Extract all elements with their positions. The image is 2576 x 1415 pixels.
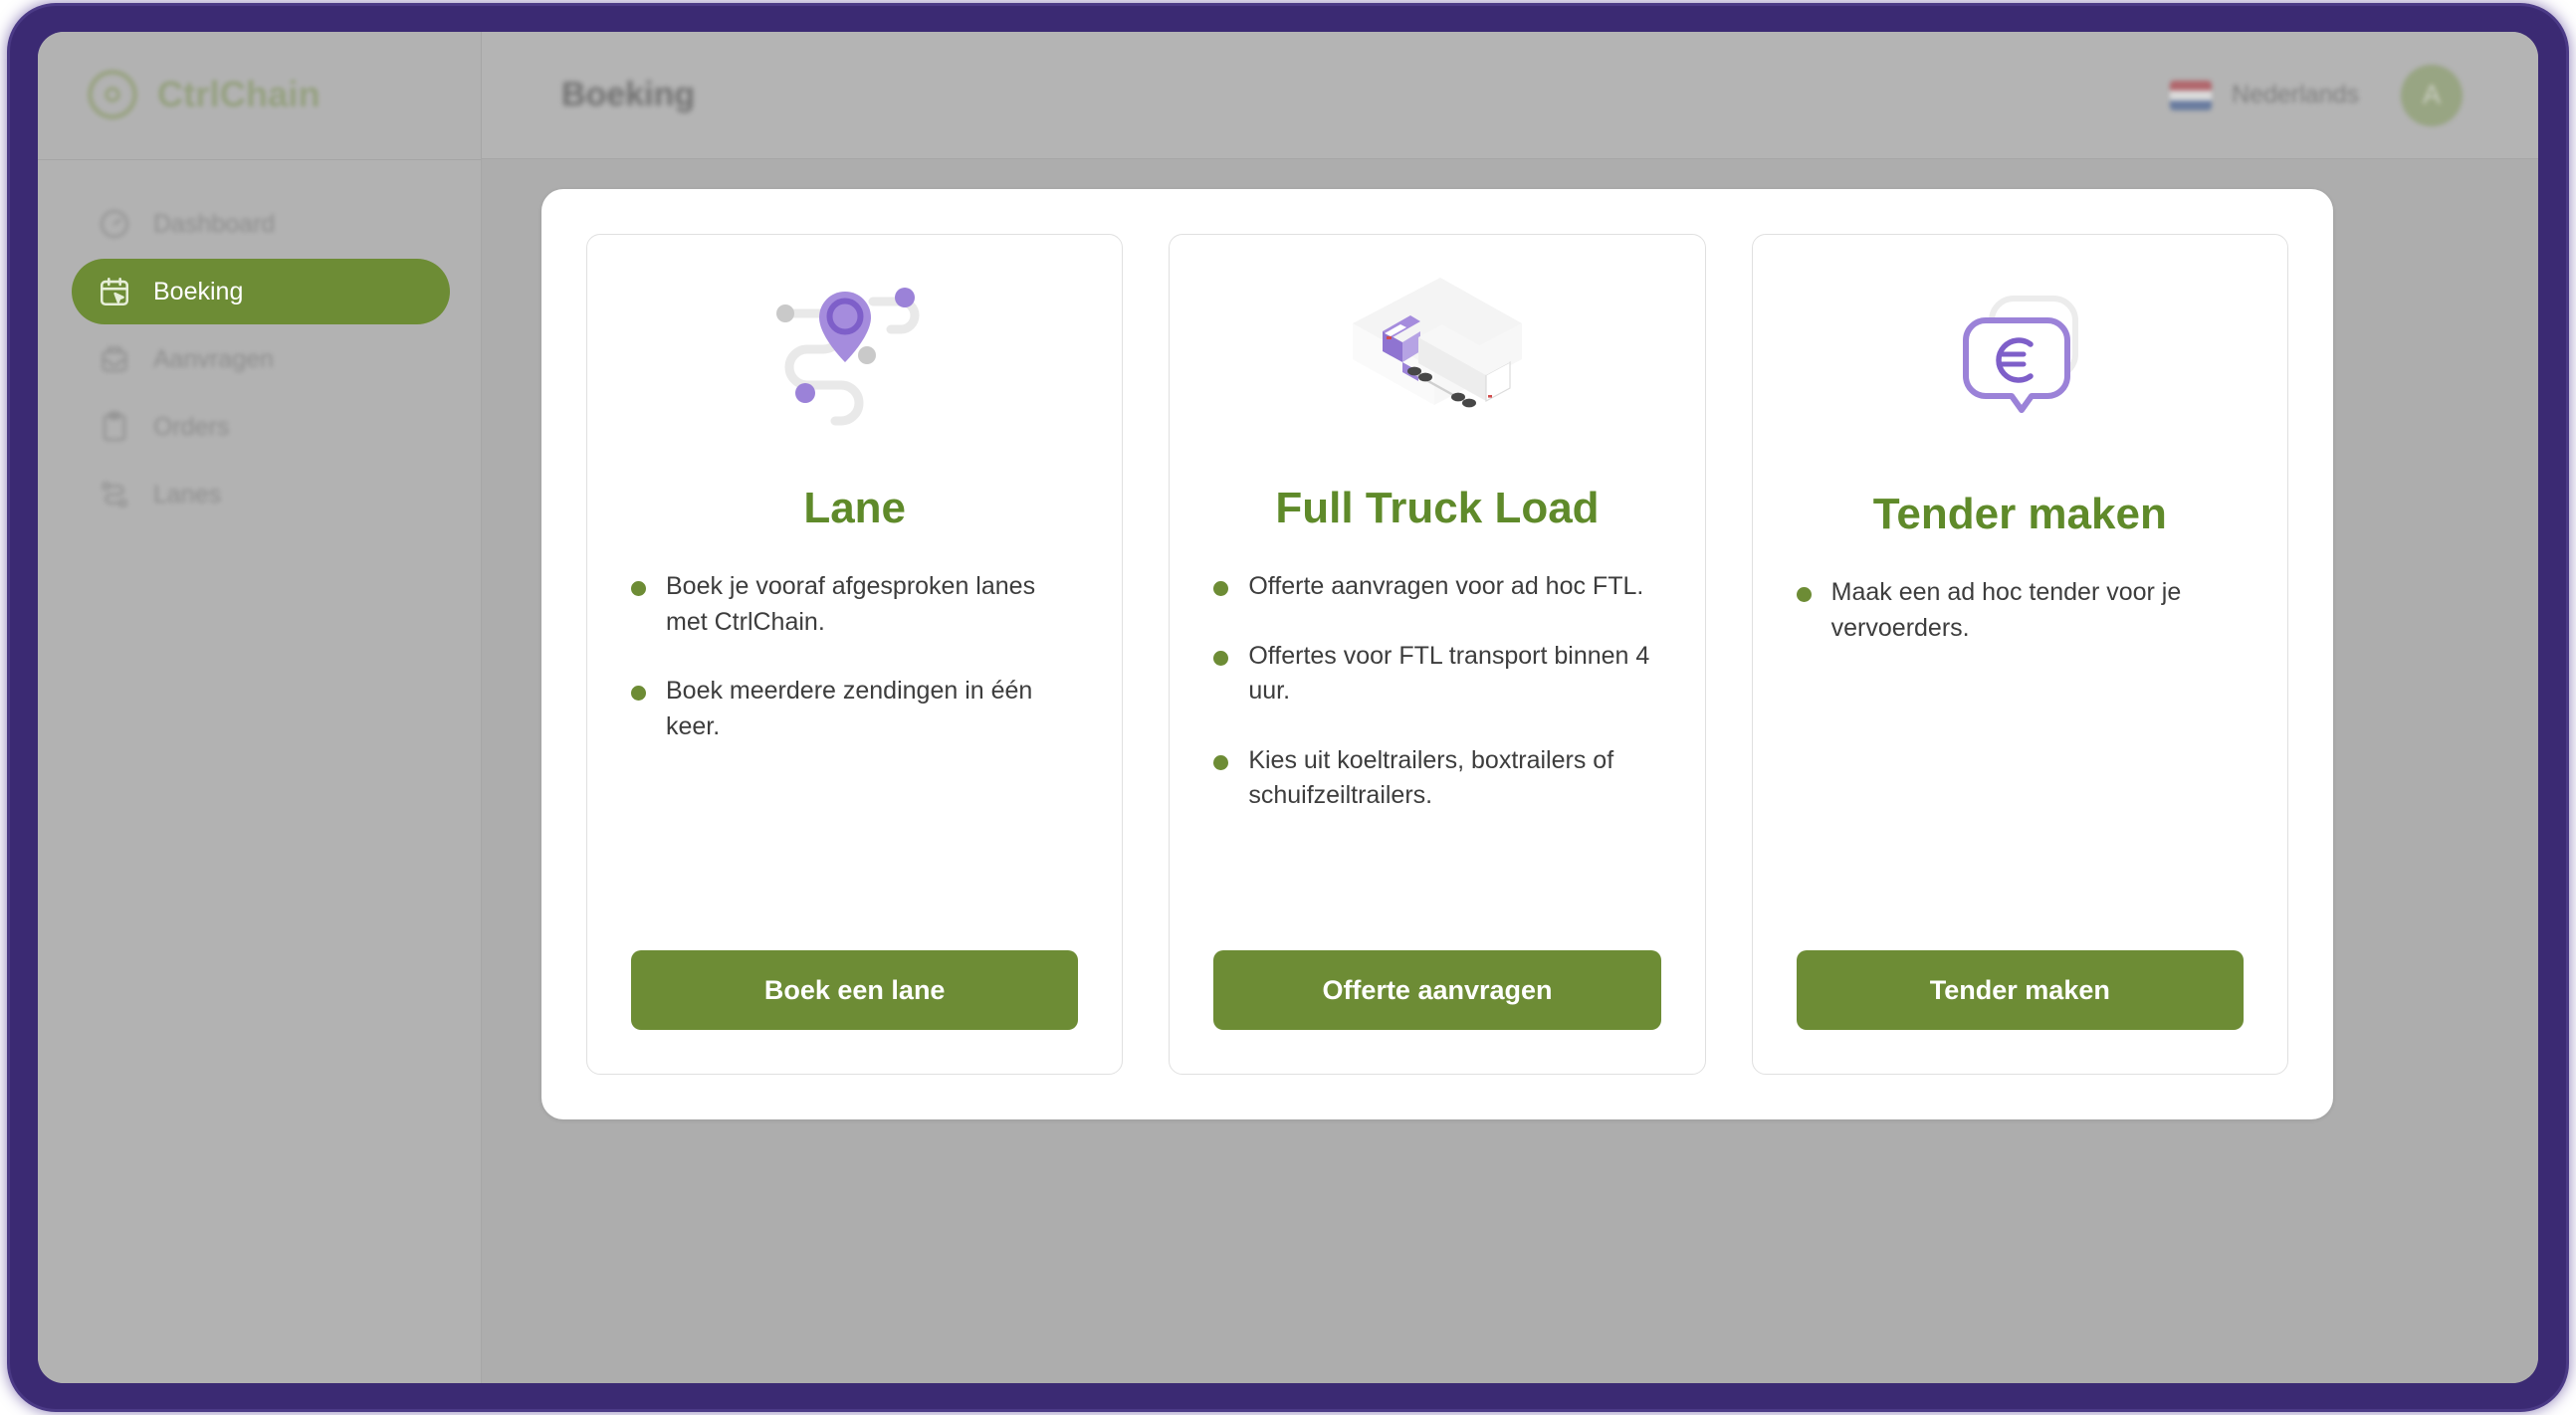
boek-een-lane-button[interactable]: Boek een lane (631, 950, 1079, 1030)
brand-name: CtrlChain (157, 74, 321, 114)
list-item: Boek je vooraf afgesproken lanes met Ctr… (631, 569, 1078, 640)
card-bullets: Offerte aanvragen voor ad hoc FTL. Offer… (1213, 569, 1660, 950)
card-bullets: Maak een ad hoc tender voor je vervoerde… (1796, 575, 2244, 950)
gauge-icon (98, 207, 131, 241)
list-item: Offerte aanvragen voor ad hoc FTL. (1213, 569, 1660, 605)
bullet-text: Offertes voor FTL transport binnen 4 uur… (1248, 641, 1650, 706)
top-header: Boeking Nederlands A (482, 32, 2538, 159)
card-title: Tender maken (1872, 490, 2167, 538)
bullet-dot-icon (1796, 587, 1812, 602)
card-tender[interactable]: Tender maken Maak een ad hoc tender voor… (1751, 234, 2288, 1075)
booking-panel: Lane Boek je vooraf afgesproken lanes me… (541, 189, 2333, 1119)
sidebar-item-dashboard[interactable]: Dashboard (72, 191, 450, 257)
card-title: Lane (803, 484, 907, 532)
avatar[interactable]: A (2401, 64, 2463, 126)
bullet-dot-icon (1213, 581, 1229, 596)
clipboard-icon (98, 410, 131, 444)
dutch-flag-icon (2170, 80, 2213, 110)
bullet-text: Boek je vooraf afgesproken lanes met Ctr… (666, 572, 1036, 636)
list-item: Kies uit koeltrailers, boxtrailers of sc… (1213, 743, 1660, 814)
card-bullets: Boek je vooraf afgesproken lanes met Ctr… (631, 569, 1078, 950)
sidebar-item-orders[interactable]: Orders (72, 394, 450, 460)
sidebar: CtrlChain Dashboard Boeking Aanvragen Or… (38, 32, 482, 1383)
bullet-dot-icon (631, 581, 646, 596)
offerte-aanvragen-button[interactable]: Offerte aanvragen (1213, 950, 1661, 1030)
isometric-truck-illustration (1213, 235, 1660, 484)
card-full-truck-load[interactable]: Full Truck Load Offerte aanvragen voor a… (1169, 234, 1706, 1075)
sidebar-item-lanes[interactable]: Lanes (72, 462, 450, 527)
language-selector[interactable]: Nederlands (2170, 80, 2359, 110)
page-title: Boeking (561, 76, 696, 113)
sidebar-item-aanvragen[interactable]: Aanvragen (72, 326, 450, 392)
sidebar-divider (38, 159, 481, 160)
list-item: Boek meerdere zendingen in één keer. (631, 674, 1078, 744)
card-title: Full Truck Load (1275, 484, 1600, 532)
main-content: Lane Boek je vooraf afgesproken lanes me… (482, 159, 2538, 1383)
bullet-text: Maak een ad hoc tender voor je vervoerde… (1830, 578, 2182, 642)
euro-speech-bubble-illustration (1797, 235, 2244, 484)
bullet-text: Boek meerdere zendingen in één keer. (666, 677, 1033, 740)
list-item: Offertes voor FTL transport binnen 4 uur… (1213, 639, 1660, 709)
inbox-icon (98, 342, 131, 376)
browser-frame: CtrlChain Dashboard Boeking Aanvragen Or… (10, 6, 2566, 1409)
route-pin-illustration (631, 235, 1078, 484)
brand-logo[interactable]: CtrlChain (88, 70, 321, 119)
sidebar-item-label: Aanvragen (153, 344, 274, 373)
sidebar-item-label: Dashboard (153, 209, 276, 238)
language-label: Nederlands (2232, 81, 2359, 108)
sidebar-item-label: Lanes (153, 480, 222, 508)
app-screen: CtrlChain Dashboard Boeking Aanvragen Or… (38, 32, 2538, 1383)
booking-options-list: Lane Boek je vooraf afgesproken lanes me… (586, 234, 2288, 1075)
sidebar-item-label: Orders (153, 412, 230, 441)
sidebar-item-boeking[interactable]: Boeking (72, 259, 450, 324)
bullet-text: Kies uit koeltrailers, boxtrailers of sc… (1248, 745, 1614, 810)
bullet-dot-icon (631, 686, 646, 701)
route-icon (98, 478, 131, 511)
sidebar-nav: Dashboard Boeking Aanvragen Orders Lanes (72, 191, 450, 529)
tender-maken-button[interactable]: Tender maken (1796, 950, 2244, 1030)
bullet-text: Offerte aanvragen voor ad hoc FTL. (1248, 572, 1644, 600)
target-circle-icon (88, 70, 137, 119)
bullet-dot-icon (1213, 754, 1229, 770)
header-actions: Nederlands A (2170, 64, 2463, 126)
calendar-click-icon (98, 275, 131, 308)
bullet-dot-icon (1213, 650, 1229, 666)
list-item: Maak een ad hoc tender voor je vervoerde… (1796, 575, 2244, 646)
sidebar-item-label: Boeking (153, 277, 244, 305)
card-lane[interactable]: Lane Boek je vooraf afgesproken lanes me… (586, 234, 1124, 1075)
